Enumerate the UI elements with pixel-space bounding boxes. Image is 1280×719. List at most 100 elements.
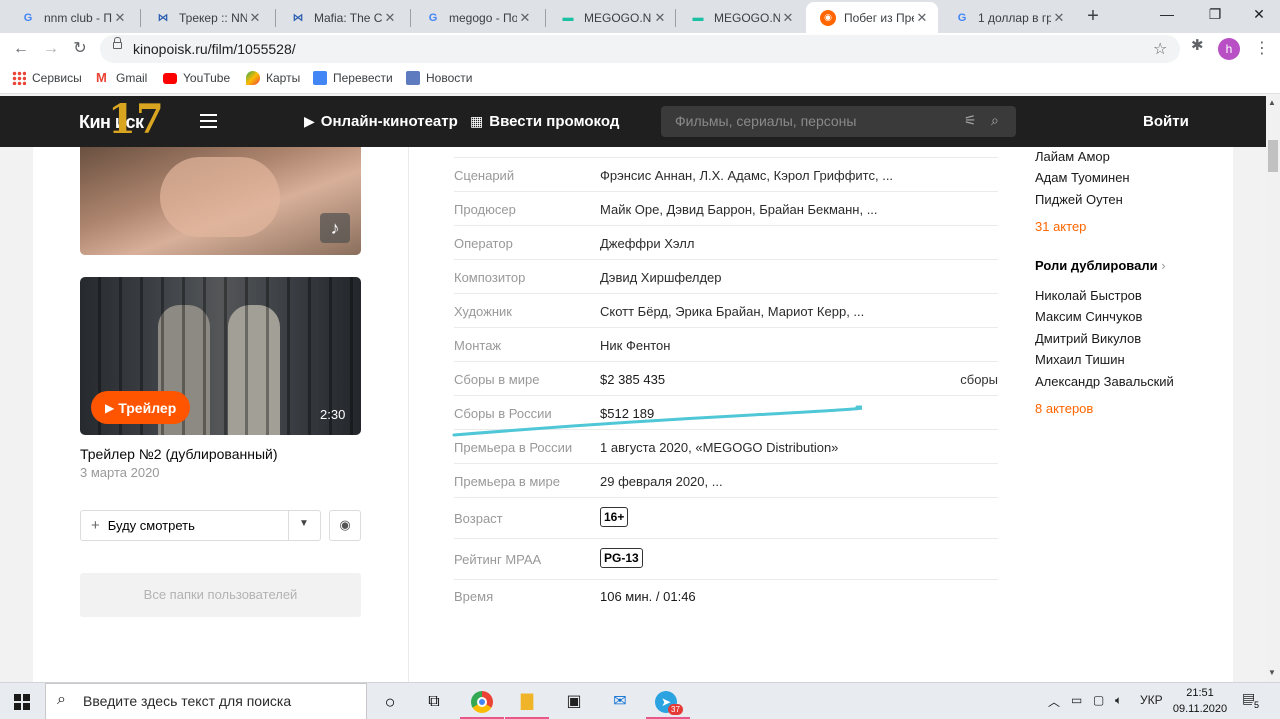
chrome-icon[interactable] <box>469 689 495 715</box>
bookmark-apps[interactable]: Сервисы <box>12 71 82 85</box>
info-value[interactable]: Дэвид Хиршфелдер <box>600 270 722 285</box>
actor-link[interactable]: Пиджей Оутен <box>1035 192 1123 207</box>
trailer-play-button[interactable]: ▶ Трейлер <box>91 391 191 424</box>
cortana-icon[interactable]: ○ <box>377 689 403 715</box>
browser-tab[interactable]: G nnm club - По ✕ <box>6 2 136 33</box>
info-row: Премьера в мире 29 февраля 2020, ... <box>454 463 998 497</box>
dub-actor-link[interactable]: Максим Синчуков <box>1035 309 1142 324</box>
forward-arrow-icon[interactable]: → <box>38 36 64 62</box>
browser-tab[interactable]: G 1 доллар в гр ✕ <box>940 2 1075 33</box>
new-tab-button[interactable]: + <box>1082 5 1104 27</box>
close-tab-icon[interactable]: ✕ <box>652 10 668 26</box>
store-icon[interactable]: ▣ <box>561 689 587 715</box>
film-poster[interactable] <box>80 147 361 255</box>
page-scrollbar[interactable] <box>1266 96 1280 686</box>
close-tab-icon[interactable]: ✕ <box>382 10 398 26</box>
close-window-icon[interactable]: ✕ <box>1236 0 1280 30</box>
nav-promo-code[interactable]: ▦ Ввести промокод <box>470 113 619 130</box>
url-text[interactable]: kinopoisk.ru/film/1055528/ <box>133 41 296 57</box>
translate-icon <box>313 71 327 85</box>
browser-tab[interactable]: ⋈ Трекер :: NNM ✕ <box>141 2 271 33</box>
close-tab-icon[interactable]: ✕ <box>1051 10 1067 26</box>
filter-icon[interactable]: ⚟ <box>964 112 977 129</box>
trailer-title-link[interactable]: Трейлер №2 (дублированный) <box>80 446 278 462</box>
browser-tab-active[interactable]: ◉ Побег из Пре ✕ <box>806 2 938 33</box>
info-value[interactable]: Майк Оре, Дэвид Баррон, Брайан Бекманн, … <box>600 202 878 217</box>
login-button[interactable]: Войти <box>1143 113 1189 130</box>
reload-icon[interactable]: ↻ <box>67 36 93 62</box>
music-note-icon[interactable]: ♪ <box>320 213 350 243</box>
info-label: Продюсер <box>454 202 516 217</box>
close-tab-icon[interactable]: ✕ <box>247 10 263 26</box>
close-tab-icon[interactable]: ✕ <box>517 10 533 26</box>
will-watch-button[interactable]: + Буду смотреть ▼ <box>80 510 321 541</box>
back-arrow-icon[interactable]: ← <box>8 36 34 62</box>
mail-icon[interactable]: ✉ <box>607 689 633 715</box>
bookmark-maps[interactable]: Карты <box>246 71 300 85</box>
will-watch-label: Буду смотреть <box>107 518 195 533</box>
more-actors-link[interactable]: 31 актер <box>1035 219 1086 234</box>
scroll-thumb[interactable] <box>1268 140 1278 172</box>
browser-tab[interactable]: ▬ MEGOGO.NET ✕ <box>546 2 676 33</box>
bookmark-gmail[interactable]: M Gmail <box>96 71 147 86</box>
notifications-count: 5 <box>1252 700 1262 711</box>
box-office-link[interactable]: сборы <box>960 372 998 387</box>
address-bar[interactable]: kinopoisk.ru/film/1055528/ ☆ <box>100 35 1180 63</box>
tab-title: Трекер :: NNM <box>179 10 247 25</box>
dub-cast-heading[interactable]: Роли дублировали › <box>1035 258 1166 273</box>
close-tab-icon[interactable]: ✕ <box>112 10 128 26</box>
system-clock[interactable]: 21:51 09.11.2020 <box>1168 685 1232 717</box>
close-tab-icon[interactable]: ✕ <box>914 10 930 26</box>
volume-icon[interactable]: 🔈︎ <box>1115 693 1122 708</box>
dub-actor-link[interactable]: Александр Завальский <box>1035 374 1174 389</box>
bookmark-youtube[interactable]: YouTube <box>163 71 230 85</box>
browser-menu-icon[interactable]: ⋮ <box>1254 38 1270 58</box>
info-value[interactable]: Джеффри Хэлл <box>600 236 694 251</box>
network-icon[interactable]: ▭ <box>1071 693 1082 707</box>
info-row: Сборы в мире $2 385 435 сборы <box>454 361 998 395</box>
display-icon[interactable]: ▢ <box>1093 693 1104 707</box>
info-value[interactable]: 29 февраля 2020, ... <box>600 474 723 489</box>
eye-icon[interactable]: ◉ <box>329 510 361 541</box>
scroll-up-icon[interactable]: ▲ <box>1268 98 1276 107</box>
dub-actor-link[interactable]: Михаил Тишин <box>1035 352 1125 367</box>
bookmark-star-icon[interactable]: ☆ <box>1153 39 1167 59</box>
dub-actor-link[interactable]: Дмитрий Викулов <box>1035 331 1141 346</box>
bookmark-translate[interactable]: Перевести <box>313 71 393 85</box>
info-value[interactable]: Фрэнсис Аннан, Л.Х. Адамс, Кэрол Гриффит… <box>600 168 893 183</box>
bookmark-news[interactable]: Новости <box>406 71 472 85</box>
hamburger-menu-icon[interactable] <box>200 114 217 128</box>
browser-tab[interactable]: G megogo - Пои ✕ <box>411 2 541 33</box>
info-label: Премьера в России <box>454 440 573 455</box>
actor-link[interactable]: Адам Туоминен <box>1035 170 1130 185</box>
info-value[interactable]: Скотт Бёрд, Эрика Брайан, Мариот Керр, .… <box>600 304 864 319</box>
minimize-icon[interactable]: — <box>1144 0 1190 30</box>
dub-actor-link[interactable]: Николай Быстров <box>1035 288 1142 303</box>
actor-link[interactable]: Лайам Амор <box>1035 149 1110 164</box>
browser-tab[interactable]: ▬ MEGOGO.NET ✕ <box>676 2 804 33</box>
task-view-icon[interactable]: ⧉ <box>421 689 447 715</box>
info-value[interactable]: 1 августа 2020, «MEGOGO Distribution» <box>600 440 838 455</box>
profile-avatar[interactable]: h <box>1218 38 1240 60</box>
close-tab-icon[interactable]: ✕ <box>780 10 796 26</box>
language-indicator[interactable]: УКР <box>1140 693 1163 707</box>
info-value: $2 385 435 <box>600 372 666 387</box>
user-folders-button[interactable]: Все папки пользователей <box>80 573 361 617</box>
search-input[interactable] <box>675 112 955 130</box>
info-label: Монтаж <box>454 338 502 353</box>
taskbar-search-input[interactable] <box>83 693 353 709</box>
more-dub-actors-link[interactable]: 8 актеров <box>1035 401 1093 416</box>
windows-start-icon[interactable] <box>14 694 30 710</box>
info-row: Художник Скотт Бёрд, Эрика Брайан, Марио… <box>454 293 998 327</box>
extensions-puzzle-icon[interactable]: ✱ <box>1191 36 1204 54</box>
info-value[interactable]: Ник Фентон <box>600 338 670 353</box>
chevron-down-icon[interactable]: ▼ <box>299 518 309 529</box>
search-icon[interactable]: ⌕ <box>991 112 999 129</box>
trailer-preview[interactable]: ▶ Трейлер 2:30 <box>80 277 361 435</box>
restore-icon[interactable]: ❐ <box>1192 0 1238 30</box>
tray-chevron-up-icon[interactable]: ︿ <box>1048 693 1060 710</box>
nav-online-cinema[interactable]: ▶ Онлайн-кинотеатр <box>304 113 458 130</box>
browser-tab[interactable]: ⋈ Mafia: The City ✕ <box>276 2 406 33</box>
scroll-down-icon[interactable]: ▼ <box>1268 668 1276 677</box>
file-explorer-icon[interactable]: ▇ <box>514 689 540 715</box>
